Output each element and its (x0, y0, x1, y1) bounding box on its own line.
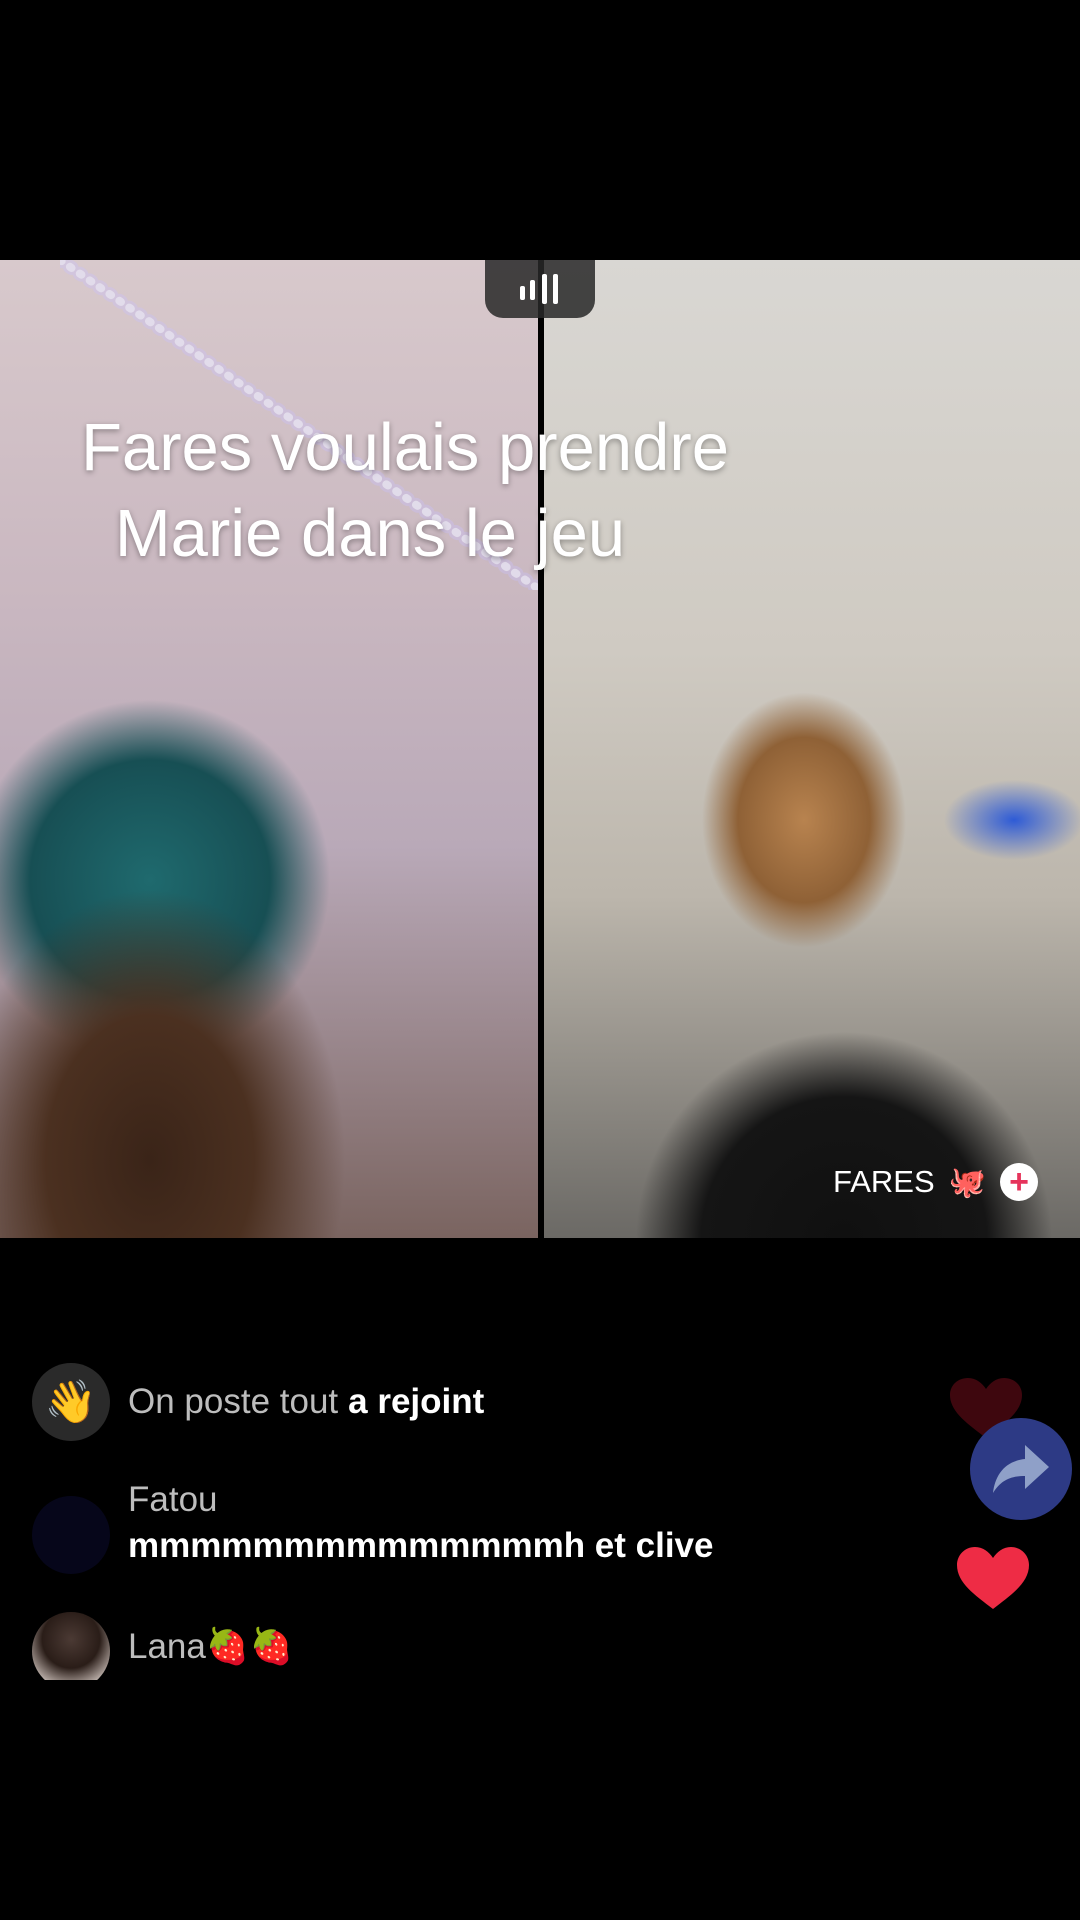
share-arrow-icon (993, 1445, 1049, 1493)
audio-level-indicator[interactable] (485, 260, 595, 318)
audio-bars-icon (520, 274, 558, 304)
chat-message: Fatou mmmmmmmmmmmmmmh et clive (32, 1480, 713, 1574)
host-label[interactable]: FARES 🐙 + (833, 1163, 1038, 1201)
chat-join-action: a rejoint (348, 1382, 485, 1421)
octopus-icon: 🐙 (948, 1165, 986, 1199)
like-button[interactable] (955, 1545, 1031, 1611)
avatar[interactable] (32, 1496, 110, 1574)
caption-line-1: Fares voulais prendre (81, 410, 729, 485)
chat-user-name[interactable]: Lana🍓🍓 (128, 1626, 293, 1667)
chat-message-body: Fatou mmmmmmmmmmmmmmh et clive (128, 1480, 713, 1566)
chat-user-name[interactable]: On poste tout (128, 1382, 338, 1422)
chat-message-text: mmmmmmmmmmmmmmh et clive (128, 1526, 714, 1565)
video-caption: Fares voulais prendre Marie dans le jeu (0, 405, 840, 577)
host-name[interactable]: FARES (833, 1164, 935, 1200)
chat-user-name[interactable]: Fatou (128, 1480, 713, 1520)
avatar[interactable] (32, 1612, 110, 1680)
follow-button[interactable]: + (1000, 1163, 1038, 1201)
share-button[interactable] (970, 1418, 1072, 1520)
chat-message-body: Lana🍓🍓 (128, 1612, 293, 1667)
heart-icon (957, 1547, 1029, 1609)
chat-message: Lana🍓🍓 (32, 1612, 293, 1680)
caption-line-2: Marie dans le jeu (114, 496, 626, 571)
waving-hand-icon: 👋 (32, 1363, 110, 1441)
chat-join-notice: 👋 On poste tout a rejoint (32, 1363, 484, 1441)
